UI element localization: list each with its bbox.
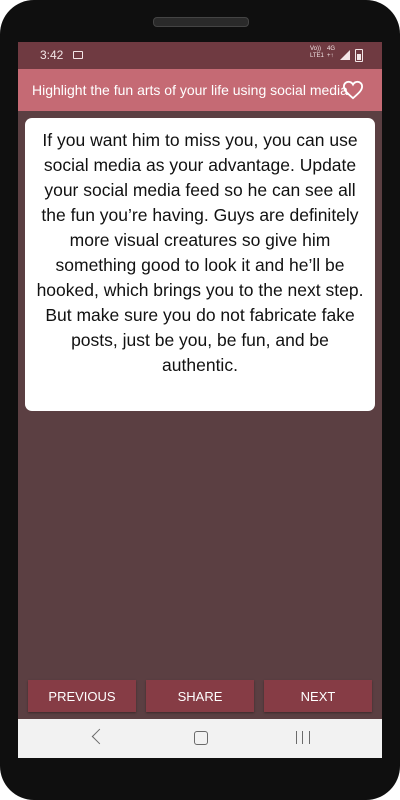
previous-button[interactable]: PREVIOUS xyxy=(28,680,136,712)
navigation-buttons: PREVIOUS SHARE NEXT xyxy=(18,680,382,712)
earpiece-speaker xyxy=(153,17,249,27)
status-bar: 3:42 Vo)) LTE1 4G +↑ xyxy=(18,42,382,69)
content-card: If you want him to miss you, you can use… xyxy=(25,118,375,411)
app-bar: Highlight the fun arts of your life usin… xyxy=(18,69,382,111)
network-type-top: 4G xyxy=(327,46,336,52)
network-label-bottom: LTE1 xyxy=(310,53,324,59)
back-icon[interactable] xyxy=(91,728,108,745)
recents-icon[interactable] xyxy=(296,731,310,744)
network-label-top: Vo)) xyxy=(310,46,322,52)
message-notification-icon xyxy=(73,51,83,59)
heart-outline-icon[interactable] xyxy=(342,80,364,100)
battery-icon xyxy=(355,49,363,62)
system-navigation-bar xyxy=(18,719,382,758)
next-button[interactable]: NEXT xyxy=(264,680,372,712)
network-label: Vo)) LTE1 xyxy=(310,46,324,60)
network-type-bottom: +↑ xyxy=(327,53,334,59)
home-icon[interactable] xyxy=(194,731,208,745)
signal-icon xyxy=(340,50,350,60)
network-type-label: 4G +↑ xyxy=(327,46,335,60)
phone-frame: 3:42 Vo)) LTE1 4G +↑ Highlight the fun a… xyxy=(0,0,400,800)
screen: 3:42 Vo)) LTE1 4G +↑ Highlight the fun a… xyxy=(18,42,382,758)
status-time: 3:42 xyxy=(40,48,64,62)
content-text: If you want him to miss you, you can use… xyxy=(36,130,364,375)
share-button[interactable]: SHARE xyxy=(146,680,254,712)
page-title: Highlight the fun arts of your life usin… xyxy=(32,82,348,98)
